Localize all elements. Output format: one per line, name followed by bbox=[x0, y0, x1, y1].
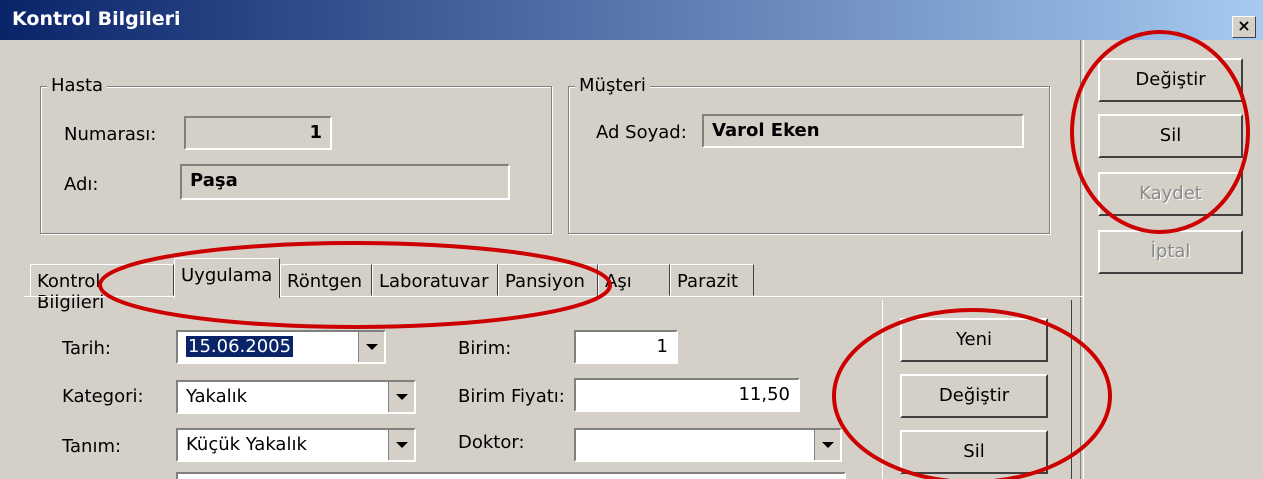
kategori-label: Kategori: bbox=[62, 386, 144, 407]
tab-laboratuvar[interactable]: Laboratuvar bbox=[372, 264, 498, 296]
close-button[interactable]: × bbox=[1232, 16, 1256, 38]
chevron-down-icon[interactable] bbox=[388, 430, 414, 460]
inner-edit-button[interactable]: Değiştir bbox=[900, 374, 1048, 418]
tanim-select[interactable]: Küçük Yakalık bbox=[176, 428, 416, 462]
kategori-select[interactable]: Yakalık bbox=[176, 380, 416, 414]
musteri-legend: Müşteri bbox=[575, 75, 650, 96]
tab-kontrol-bilgileri[interactable]: Kontrol Bilgileri bbox=[30, 264, 174, 313]
tarih-value: 15.06.2005 bbox=[186, 336, 294, 357]
birim-input[interactable]: 1 bbox=[574, 330, 678, 364]
delete-button[interactable]: Sil bbox=[1098, 114, 1243, 158]
numara-field[interactable]: 1 bbox=[184, 116, 332, 150]
dialog-window: Kontrol Bilgileri × Hasta Numarası: 1 Ad… bbox=[0, 0, 1263, 479]
save-button[interactable]: Kaydet bbox=[1098, 172, 1243, 216]
hasta-legend: Hasta bbox=[47, 75, 108, 96]
tab-asi[interactable]: Aşı bbox=[598, 264, 670, 296]
birim-fiyati-label: Birim Fiyatı: bbox=[458, 386, 565, 407]
tab-pansiyon[interactable]: Pansiyon bbox=[498, 264, 598, 296]
adi-field[interactable]: Paşa bbox=[180, 164, 510, 200]
numara-label: Numarası: bbox=[64, 124, 157, 145]
inner-delete-button[interactable]: Sil bbox=[900, 430, 1048, 474]
tab-rontgen[interactable]: Röntgen bbox=[280, 264, 372, 296]
adi-label: Adı: bbox=[64, 174, 99, 195]
extra-field[interactable] bbox=[176, 472, 846, 479]
adsoyad-field[interactable]: Varol Eken bbox=[702, 114, 1024, 148]
tab-uygulama[interactable]: Uygulama bbox=[174, 258, 280, 298]
tab-parazit[interactable]: Parazit bbox=[670, 264, 754, 296]
tarih-label: Tarih: bbox=[62, 338, 111, 359]
chevron-down-icon[interactable] bbox=[388, 382, 414, 412]
doktor-select[interactable] bbox=[574, 428, 842, 462]
tanim-value: Küçük Yakalık bbox=[186, 434, 307, 455]
kategori-value: Yakalık bbox=[186, 386, 248, 407]
title-bar: Kontrol Bilgileri × bbox=[0, 0, 1263, 40]
edit-button[interactable]: Değiştir bbox=[1098, 58, 1243, 102]
new-button[interactable]: Yeni bbox=[900, 318, 1048, 362]
birim-fiyati-input[interactable]: 11,50 bbox=[574, 378, 800, 412]
doktor-label: Doktor: bbox=[458, 432, 525, 453]
tarih-date-picker[interactable]: 15.06.2005 bbox=[176, 330, 386, 364]
chevron-down-icon[interactable] bbox=[814, 430, 840, 460]
birim-label: Birim: bbox=[458, 338, 512, 359]
cancel-button[interactable]: İptal bbox=[1098, 230, 1243, 274]
musteri-group: Müşteri bbox=[568, 75, 1050, 234]
chevron-down-icon[interactable] bbox=[358, 332, 384, 362]
hasta-group: Hasta bbox=[40, 75, 552, 234]
tanim-label: Tanım: bbox=[62, 436, 122, 457]
window-title: Kontrol Bilgileri bbox=[12, 8, 181, 30]
adsoyad-label: Ad Soyad: bbox=[596, 122, 687, 143]
